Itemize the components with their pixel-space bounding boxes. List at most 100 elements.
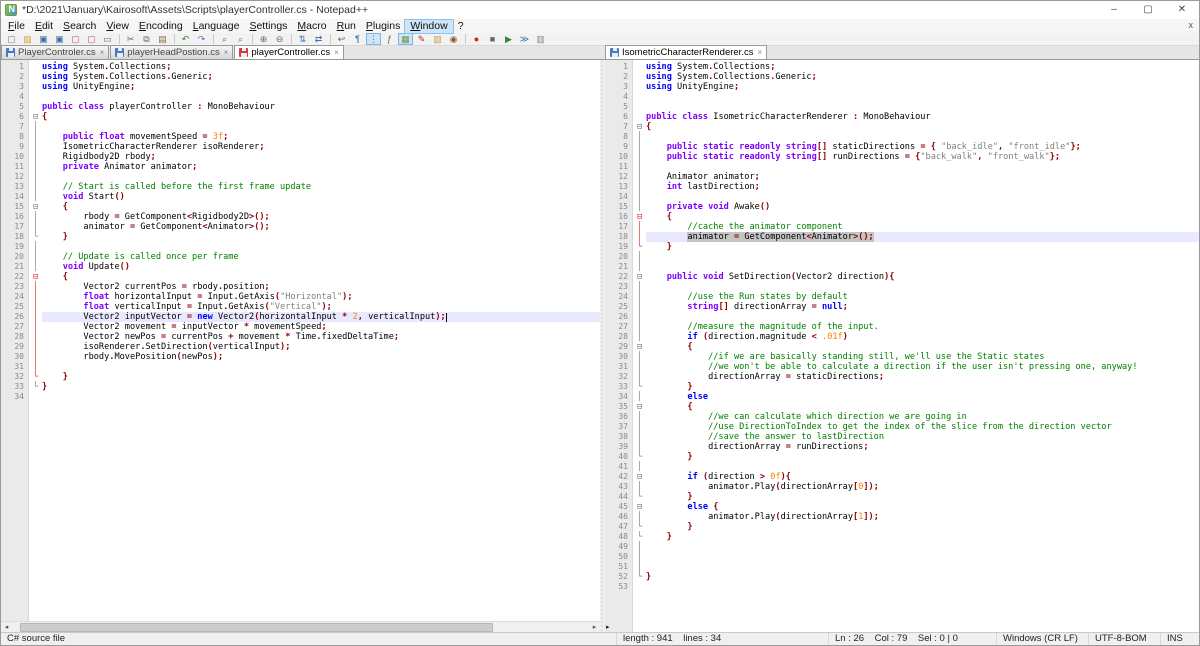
code-text[interactable]: private Animator animator; [42, 162, 600, 172]
code-text[interactable] [646, 92, 1199, 102]
code-text[interactable] [646, 282, 1199, 292]
code-text[interactable]: float horizontalInput = Input.GetAxis("H… [42, 292, 600, 302]
menu-item-language[interactable]: Language [188, 20, 245, 33]
code-text[interactable]: private void Awake() [646, 202, 1199, 212]
code-text[interactable]: { [646, 342, 1199, 352]
tab-playerheadpostion-cs[interactable]: playerHeadPostion.cs× [110, 45, 233, 59]
menu-item-encoding[interactable]: Encoding [134, 20, 188, 33]
sync-horizontal-scroll-icon[interactable]: ⇄ [311, 33, 326, 45]
copy-icon[interactable]: ⧉ [139, 33, 154, 45]
code-text[interactable] [42, 122, 600, 132]
code-text[interactable]: { [646, 122, 1199, 132]
show-all-characters-icon[interactable]: ¶ [350, 33, 365, 45]
menu-item-file[interactable]: File [3, 20, 30, 33]
code-text[interactable] [646, 312, 1199, 322]
menu-item-macro[interactable]: Macro [292, 20, 331, 33]
fold-collapse-icon[interactable]: ⊟ [633, 402, 646, 412]
code-text[interactable]: } [646, 382, 1199, 392]
code-text[interactable]: rbody.MovePosition(newPos); [42, 352, 600, 362]
code-text[interactable]: } [42, 232, 600, 242]
code-text[interactable]: //we won't be able to calculate a direct… [646, 362, 1199, 372]
tab-close-icon[interactable]: × [100, 48, 105, 57]
code-text[interactable]: if (direction.magnitude < .01f) [646, 332, 1199, 342]
menu-item-settings[interactable]: Settings [244, 20, 292, 33]
code-text[interactable]: else [646, 392, 1199, 402]
code-text[interactable]: //cache the animator component [646, 222, 1199, 232]
right-pane-scroll-arrow-icon[interactable]: ▸ [606, 623, 610, 631]
fold-collapse-icon[interactable]: ⊟ [633, 212, 646, 222]
tab-playercontroller-cs[interactable]: playerController.cs× [234, 45, 343, 59]
tab-close-icon[interactable]: × [757, 48, 762, 57]
close-button[interactable]: ✕ [1165, 1, 1199, 19]
code-text[interactable]: } [646, 492, 1199, 502]
close-doc-icon[interactable]: ▢ [68, 33, 83, 45]
zoom-in-icon[interactable]: ⊕ [256, 33, 271, 45]
save-icon[interactable]: ▣ [36, 33, 51, 45]
word-wrap-icon[interactable]: ↩ [334, 33, 349, 45]
code-text[interactable]: //save the answer to lastDirection [646, 432, 1199, 442]
code-text[interactable] [646, 102, 1199, 112]
left-code-editor[interactable]: 1using System.Collections;2using System.… [1, 60, 600, 621]
code-text[interactable] [42, 172, 600, 182]
code-text[interactable] [42, 392, 600, 402]
code-text[interactable]: { [42, 272, 600, 282]
code-text[interactable]: Animator animator; [646, 172, 1199, 182]
code-text[interactable]: } [646, 572, 1199, 582]
view-eye-icon[interactable]: ◉ [446, 33, 461, 45]
code-text[interactable] [42, 362, 600, 372]
restore-button[interactable]: ▢ [1131, 1, 1165, 19]
code-text[interactable] [646, 552, 1199, 562]
fold-collapse-icon[interactable]: ⊟ [633, 122, 646, 132]
code-text[interactable] [42, 92, 600, 102]
fold-collapse-icon[interactable]: ⊟ [633, 472, 646, 482]
macro-save-icon[interactable]: ▥ [533, 33, 548, 45]
code-text[interactable] [646, 542, 1199, 552]
minimize-button[interactable]: – [1097, 1, 1131, 19]
code-text[interactable]: else { [646, 502, 1199, 512]
code-text[interactable]: public float movementSpeed = 3f; [42, 132, 600, 142]
redo-icon[interactable]: ↷ [194, 33, 209, 45]
fold-collapse-icon[interactable]: ⊟ [29, 272, 42, 282]
function-list-icon[interactable]: ƒ [382, 33, 397, 45]
code-text[interactable] [646, 582, 1199, 592]
scroll-right-arrow-icon[interactable]: ▸ [589, 623, 600, 631]
macro-run-multiple-icon[interactable]: ≫ [517, 33, 532, 45]
tab-close-icon[interactable]: × [224, 48, 229, 57]
code-text[interactable]: int lastDirection; [646, 182, 1199, 192]
print-icon[interactable]: ▭ [100, 33, 115, 45]
cut-icon[interactable]: ✂ [123, 33, 138, 45]
save-all-icon[interactable]: ▣ [52, 33, 67, 45]
folder-as-workspace-icon[interactable]: ▧ [430, 33, 445, 45]
code-text[interactable]: using System.Collections.Generic; [42, 72, 600, 82]
code-text[interactable]: animator = GetComponent<Animator>(); [646, 232, 1199, 242]
tab-close-icon[interactable]: × [334, 48, 339, 57]
indent-guide-icon[interactable]: ⋮ [366, 33, 381, 45]
code-text[interactable]: isoRenderer.SetDirection(verticalInput); [42, 342, 600, 352]
code-text[interactable]: Vector2 newPos = currentPos + movement *… [42, 332, 600, 342]
code-text[interactable]: // Update is called once per frame [42, 252, 600, 262]
code-text[interactable]: } [646, 532, 1199, 542]
code-text[interactable]: } [42, 372, 600, 382]
code-text[interactable]: float verticalInput = Input.GetAxis("Ver… [42, 302, 600, 312]
tab-playercontroler-cs[interactable]: PlayerControler.cs× [1, 45, 109, 59]
right-code-editor[interactable]: 1using System.Collections;2using System.… [605, 60, 1199, 632]
code-text[interactable] [42, 242, 600, 252]
zoom-out-icon[interactable]: ⊖ [272, 33, 287, 45]
code-text[interactable]: using System.Collections; [646, 62, 1199, 72]
close-all-icon[interactable]: ▢ [84, 33, 99, 45]
code-text[interactable]: public class playerController : MonoBeha… [42, 102, 600, 112]
code-text[interactable]: { [646, 402, 1199, 412]
menu-item-search[interactable]: Search [58, 20, 101, 33]
code-text[interactable] [646, 462, 1199, 472]
code-text[interactable]: using UnityEngine; [646, 82, 1199, 92]
fold-collapse-icon[interactable]: ⊟ [633, 272, 646, 282]
code-text[interactable]: } [646, 242, 1199, 252]
code-text[interactable]: public void SetDirection(Vector2 directi… [646, 272, 1199, 282]
code-text[interactable]: void Update() [42, 262, 600, 272]
code-text[interactable]: using UnityEngine; [42, 82, 600, 92]
code-text[interactable]: rbody = GetComponent<Rigidbody2D>(); [42, 212, 600, 222]
fold-collapse-icon[interactable]: ⊟ [29, 202, 42, 212]
new-file-icon[interactable]: ▢ [4, 33, 19, 45]
code-text[interactable]: } [646, 522, 1199, 532]
menu-item-edit[interactable]: Edit [30, 20, 58, 33]
